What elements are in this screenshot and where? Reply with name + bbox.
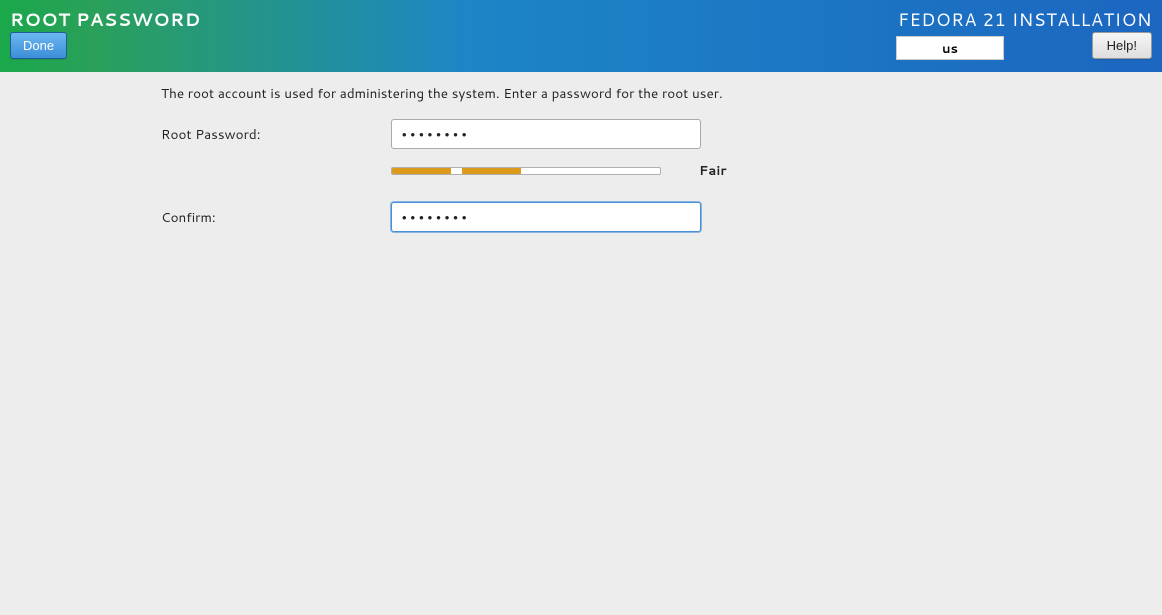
confirm-password-input[interactable]	[391, 202, 701, 232]
done-button[interactable]: Done	[10, 32, 67, 59]
content-area: The root account is used for administeri…	[0, 72, 1162, 240]
root-password-row: Root Password:	[261, 119, 901, 149]
root-password-input[interactable]	[391, 119, 701, 149]
password-strength-text: Fair	[699, 161, 727, 180]
help-button[interactable]: Help!	[1092, 32, 1152, 59]
product-title: FEDORA 21 INSTALLATION	[898, 6, 1152, 32]
intro-text: The root account is used for administeri…	[161, 84, 901, 103]
password-strength-meter	[391, 167, 661, 175]
header-bar: ROOT PASSWORD FEDORA 21 INSTALLATION Don…	[0, 0, 1162, 72]
password-form: The root account is used for administeri…	[261, 84, 901, 240]
confirm-label: Confirm:	[161, 208, 391, 227]
root-password-label: Root Password:	[161, 125, 391, 144]
keyboard-layout-indicator[interactable]: us	[896, 36, 1004, 60]
page-title: ROOT PASSWORD	[10, 6, 201, 32]
strength-row: Fair	[261, 157, 901, 194]
confirm-row: Confirm:	[261, 202, 901, 232]
